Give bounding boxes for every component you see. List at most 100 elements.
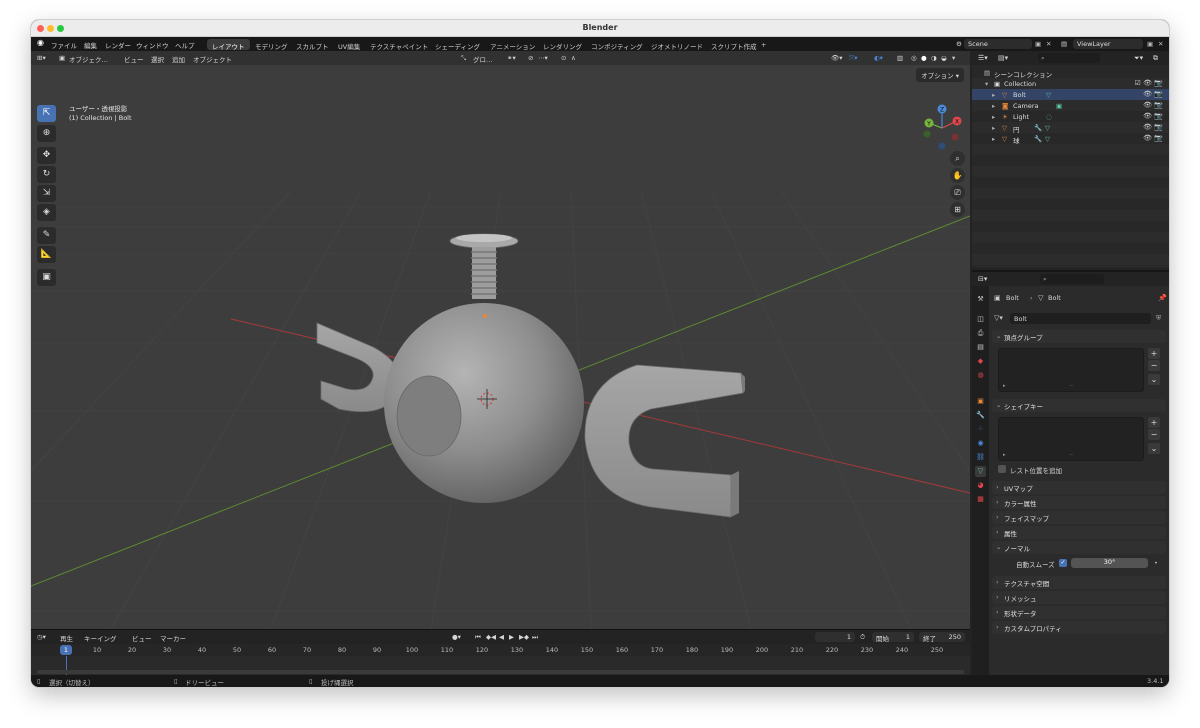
list-expand-icon[interactable]: ▸: [1003, 383, 1006, 389]
render-camera-icon[interactable]: 📷: [1154, 79, 1163, 87]
render-camera-icon[interactable]: 📷: [1154, 112, 1163, 120]
panel-attributes[interactable]: › 属性: [992, 526, 1166, 539]
measure-tool[interactable]: 📐: [37, 246, 56, 263]
visibility-eye-icon[interactable]: 👁: [1143, 90, 1152, 98]
cursor-tool[interactable]: ⊕: [37, 125, 56, 142]
panel-face-maps[interactable]: › フェイスマップ: [992, 511, 1166, 524]
tab-sculpt[interactable]: スカルプト: [291, 39, 334, 51]
add-workspace-button[interactable]: +: [756, 39, 771, 50]
next-keyframe-icon[interactable]: ▶◆: [519, 633, 529, 641]
falloff-icon[interactable]: ∧: [571, 54, 576, 62]
panel-geometry-data[interactable]: › 形状データ: [992, 606, 1166, 619]
close-view-layer-icon[interactable]: ✕: [1158, 40, 1163, 48]
panel-custom-properties[interactable]: › カスタムプロパティ: [992, 621, 1166, 634]
snap-options-icon[interactable]: ⋯▾: [538, 54, 548, 62]
menu-file[interactable]: ファイル: [51, 40, 77, 50]
material-tab-icon[interactable]: ◕: [975, 480, 986, 491]
outliner-search-input[interactable]: ⌕: [1038, 53, 1100, 63]
visibility-icon[interactable]: 👁▾: [831, 54, 843, 62]
pan-view-icon[interactable]: ✋: [950, 168, 965, 183]
world-tab-icon[interactable]: ◍: [975, 370, 986, 381]
menu-object[interactable]: オブジェクト: [193, 54, 232, 64]
prev-keyframe-icon[interactable]: ◆◀: [486, 633, 496, 641]
camera-view-icon[interactable]: ⎚: [950, 185, 965, 200]
object-tab-icon[interactable]: ▣: [975, 396, 986, 407]
play-reverse-icon[interactable]: ◀: [499, 633, 504, 641]
gizmo-toggle-icon[interactable]: ⤧▾: [849, 54, 857, 63]
collection-checkbox[interactable]: ☑: [1135, 79, 1141, 87]
magnet-right[interactable]: [584, 364, 745, 518]
visibility-eye-icon[interactable]: 👁: [1143, 112, 1152, 120]
gizmo-neg-z[interactable]: [938, 142, 946, 150]
current-frame-marker[interactable]: 1: [60, 645, 72, 655]
timeline-editor-type-icon[interactable]: ◷▾: [37, 633, 46, 641]
proportional-edit-icon[interactable]: ⊙: [561, 54, 566, 62]
properties-search-input[interactable]: ⌕: [1040, 274, 1104, 284]
gizmo-neg-x[interactable]: [951, 133, 959, 141]
menu-add[interactable]: 追加: [172, 54, 185, 64]
panel-color-attributes[interactable]: › カラー属性: [992, 496, 1166, 509]
sphere-eye[interactable]: [396, 375, 462, 457]
tab-scripting[interactable]: スクリプト作成: [706, 39, 762, 51]
auto-smooth-angle-field[interactable]: 30°: [1071, 558, 1148, 568]
shading-options-icon[interactable]: ▾: [952, 54, 955, 62]
remove-shape-key-button[interactable]: −: [1148, 429, 1160, 440]
new-collection-icon[interactable]: ⧉: [1153, 54, 1158, 63]
frame-ruler[interactable]: 1 10 20 30 40 50 60 70 80 90 100 110 120…: [31, 644, 970, 656]
zoom-view-icon[interactable]: ⌕: [950, 151, 965, 166]
relative-position-checkbox[interactable]: [998, 465, 1006, 473]
tool-tab-icon[interactable]: ⚒: [975, 294, 986, 305]
editor-type-icon[interactable]: ⊞▾: [37, 54, 46, 62]
texture-tab-icon[interactable]: ▦: [975, 494, 986, 505]
list-expand-icon[interactable]: ▸: [1003, 452, 1006, 458]
outliner-row-object[interactable]: ▸ ☀ Light ◌ 👁 📷: [972, 111, 1169, 122]
fake-user-shield-icon[interactable]: ⛨: [1156, 314, 1161, 323]
menu-keying[interactable]: キーイング: [84, 633, 117, 643]
jump-end-icon[interactable]: ⏭: [532, 633, 538, 642]
view-layer-selector[interactable]: ViewLayer: [1073, 39, 1143, 49]
tab-modeling[interactable]: モデリング: [250, 39, 293, 51]
expand-object-icon[interactable]: ▸: [992, 91, 995, 99]
stopwatch-icon[interactable]: ⏱: [860, 633, 865, 642]
render-tab-icon[interactable]: ◫: [975, 314, 986, 325]
panel-remesh[interactable]: › リメッシュ: [992, 591, 1166, 604]
wireframe-shading-icon[interactable]: ◎: [911, 54, 917, 62]
jump-start-icon[interactable]: ⏮: [475, 633, 481, 642]
panel-uv-maps[interactable]: › UVマップ: [992, 481, 1166, 494]
light-data-icon[interactable]: ◌: [1046, 113, 1052, 121]
panel-shape-keys[interactable]: ⌄ シェイプキー: [992, 399, 1166, 412]
render-camera-icon[interactable]: 📷: [1154, 90, 1163, 98]
visibility-eye-icon[interactable]: 👁: [1143, 134, 1152, 142]
menu-view[interactable]: ビュー: [124, 54, 144, 64]
remove-vertex-group-button[interactable]: −: [1148, 360, 1160, 371]
visibility-eye-icon[interactable]: 👁: [1143, 101, 1152, 109]
datablock-name-field[interactable]: Bolt: [1010, 313, 1151, 324]
pivot-point-icon[interactable]: ⚭▾: [507, 54, 516, 62]
navigation-gizmo[interactable]: X Y Z: [915, 101, 969, 155]
snap-icon[interactable]: ⊘: [528, 54, 533, 62]
menu-render[interactable]: レンダー: [105, 40, 131, 50]
outliner-row-object[interactable]: ▸ ▽ 円 🔧 ▽ 👁 📷: [972, 122, 1169, 134]
solid-shading-icon[interactable]: ●: [921, 54, 927, 62]
current-frame-field[interactable]: 1: [815, 632, 855, 642]
menu-playback[interactable]: 再生: [60, 633, 73, 643]
mesh-data-icon[interactable]: ▽: [1045, 135, 1050, 143]
scale-tool[interactable]: ⇲: [37, 185, 56, 202]
scene-selector[interactable]: Scene: [964, 39, 1032, 49]
outliner-row-collection[interactable]: ▾ ▣ Collection ☑ 👁 📷: [972, 78, 1169, 89]
close-scene-icon[interactable]: ✕: [1046, 40, 1051, 48]
bolt-screw[interactable]: [449, 233, 519, 299]
scene-tab-icon[interactable]: ◆: [975, 356, 986, 367]
menu-timeline-view[interactable]: ビュー: [132, 633, 152, 643]
mesh-data-icon[interactable]: ▽: [1046, 91, 1051, 99]
tab-animation[interactable]: アニメーション: [485, 39, 540, 51]
options-dropdown[interactable]: オプション ▾: [916, 68, 964, 82]
menu-select[interactable]: 選択: [151, 54, 164, 64]
add-shape-key-button[interactable]: +: [1148, 417, 1160, 428]
gizmo-neg-y[interactable]: [923, 130, 931, 138]
expand-object-icon[interactable]: ▸: [992, 102, 995, 110]
pin-icon[interactable]: 📌: [1158, 294, 1167, 302]
outliner-row-object[interactable]: ▸ ▽ Bolt ▽ 👁 📷: [972, 89, 1169, 100]
view-layer-tab-icon[interactable]: ▤: [975, 342, 986, 353]
blender-logo-icon[interactable]: ◉: [37, 38, 44, 47]
